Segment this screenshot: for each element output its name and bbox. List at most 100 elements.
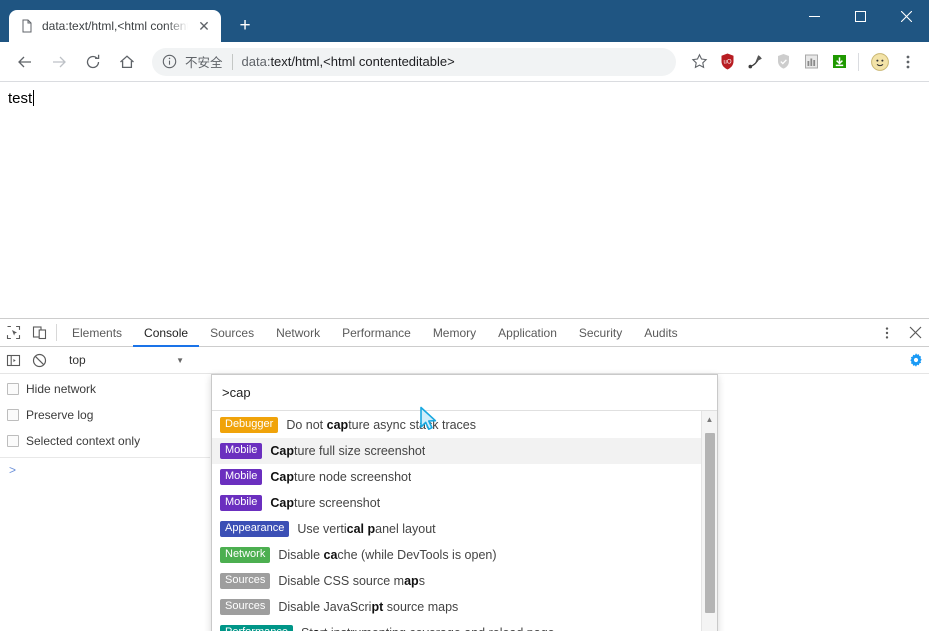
- tab-audits[interactable]: Audits: [633, 319, 688, 346]
- download-helper-icon[interactable]: [826, 49, 852, 75]
- close-icon[interactable]: ✕: [196, 18, 212, 34]
- checkbox[interactable]: [7, 435, 19, 447]
- command-list-wrap: Debugger Do not capture async stack trace…: [212, 411, 717, 631]
- gear-icon[interactable]: [903, 347, 929, 373]
- console-toolbar: top ▼: [0, 347, 929, 374]
- ublock-origin-icon[interactable]: uO: [714, 49, 740, 75]
- command-item[interactable]: Sources Disable JavaScript source maps: [212, 594, 701, 620]
- console-filter-bar[interactable]: [188, 347, 903, 373]
- console-options-panel: Hide network Preserve log Selected conte…: [0, 374, 210, 631]
- tab-elements[interactable]: Elements: [61, 319, 133, 346]
- maximize-button[interactable]: [837, 0, 883, 32]
- clear-console-icon[interactable]: [26, 347, 52, 373]
- page-icon: [20, 19, 34, 33]
- devtools-more-button[interactable]: [873, 319, 901, 346]
- scrollbar-thumb[interactable]: [704, 433, 715, 613]
- option-preserve-log[interactable]: Preserve log: [0, 402, 210, 428]
- command-item[interactable]: Mobile Capture node screenshot: [212, 464, 701, 490]
- browser-toolbar: 不安全 data:text/html,<html contenteditable…: [0, 42, 929, 82]
- device-toolbar-icon[interactable]: [26, 319, 52, 346]
- command-label: Disable cache (while DevTools is open): [278, 548, 497, 562]
- tab-console[interactable]: Console: [133, 319, 200, 347]
- browser-menu-button[interactable]: [895, 49, 921, 75]
- page-editable-text[interactable]: test: [8, 90, 32, 107]
- inspect-element-icon[interactable]: [0, 319, 26, 346]
- command-category-badge: Sources: [220, 573, 271, 589]
- tab-performance[interactable]: Performance: [331, 319, 422, 346]
- console-sidebar-icon[interactable]: [0, 347, 26, 373]
- chart-icon[interactable]: [798, 49, 824, 75]
- option-hide-network[interactable]: Hide network: [0, 376, 210, 402]
- command-label: Use vertical panel layout: [297, 522, 436, 536]
- command-category-badge: Debugger: [220, 417, 279, 433]
- browser-tab[interactable]: data:text/html,<html contente ✕: [9, 10, 221, 42]
- back-button[interactable]: [8, 45, 42, 79]
- checkbox[interactable]: [7, 383, 19, 395]
- info-circle-icon[interactable]: [162, 54, 178, 70]
- minimize-button[interactable]: [791, 0, 837, 32]
- shield-icon[interactable]: [770, 49, 796, 75]
- tab-memory[interactable]: Memory: [422, 319, 487, 346]
- console-context-select[interactable]: top ▼: [63, 350, 188, 371]
- window-controls: [791, 0, 929, 42]
- devtools-divider: [56, 324, 57, 341]
- devtools-close-button[interactable]: [901, 319, 929, 346]
- devtools-panel: Elements Console Sources Network Perform…: [0, 318, 929, 631]
- command-input[interactable]: [222, 385, 707, 400]
- scroll-up-icon[interactable]: ▲: [702, 411, 718, 427]
- command-item[interactable]: Sources Disable CSS source maps: [212, 568, 701, 594]
- url-rest: text/html,<html contenteditable>: [270, 54, 455, 69]
- satellite-icon[interactable]: [742, 49, 768, 75]
- reload-button[interactable]: [76, 45, 110, 79]
- chevron-down-icon: ▼: [176, 355, 184, 365]
- tab-title: data:text/html,<html contente: [42, 19, 188, 33]
- command-label: Capture node screenshot: [270, 470, 412, 484]
- command-label: Capture screenshot: [270, 496, 381, 510]
- svg-text:uO: uO: [723, 60, 731, 66]
- titlebar: data:text/html,<html contente ✕ +: [0, 0, 929, 42]
- avatar[interactable]: [867, 49, 893, 75]
- command-label: Capture full size screenshot: [270, 444, 426, 458]
- command-input-wrap[interactable]: [212, 375, 717, 411]
- command-item[interactable]: Network Disable cache (while DevTools is …: [212, 542, 701, 568]
- devtools-tabs: Elements Console Sources Network Perform…: [61, 319, 689, 347]
- command-item[interactable]: Mobile Capture screenshot: [212, 490, 701, 516]
- browser-window: data:text/html,<html contente ✕ + 不安全 da…: [0, 0, 929, 631]
- close-button[interactable]: [883, 0, 929, 32]
- command-item[interactable]: Appearance Use vertical panel layout: [212, 516, 701, 542]
- tab-sources[interactable]: Sources: [199, 319, 265, 346]
- command-category-badge: Network: [220, 547, 271, 563]
- devtools-tabbar-actions: [873, 319, 929, 346]
- scrollbar-track[interactable]: [702, 427, 718, 631]
- tab-network[interactable]: Network: [265, 319, 331, 346]
- tab-application[interactable]: Application: [487, 319, 568, 346]
- console-prompt[interactable]: >: [0, 458, 210, 477]
- command-category-badge: Mobile: [220, 443, 263, 459]
- command-item[interactable]: Debugger Do not capture async stack trace…: [212, 412, 701, 438]
- command-category-badge: Mobile: [220, 469, 263, 485]
- page-viewport[interactable]: test: [0, 82, 929, 318]
- text-caret: [33, 90, 35, 106]
- command-item[interactable]: Mobile Capture full size screenshot: [212, 438, 701, 464]
- new-tab-button[interactable]: +: [231, 11, 259, 39]
- forward-button[interactable]: [42, 45, 76, 79]
- tab-security[interactable]: Security: [568, 319, 633, 346]
- option-selected-context-only[interactable]: Selected context only: [0, 428, 210, 454]
- command-category-badge: Sources: [220, 599, 271, 615]
- devtools-tabbar: Elements Console Sources Network Perform…: [0, 319, 929, 347]
- command-label: Start instrumenting coverage and reload …: [301, 626, 555, 631]
- option-label: Selected context only: [26, 434, 141, 448]
- command-list: Debugger Do not capture async stack trace…: [212, 411, 701, 631]
- address-bar[interactable]: 不安全 data:text/html,<html contenteditable…: [152, 47, 676, 76]
- checkbox[interactable]: [7, 409, 19, 421]
- command-label: Disable CSS source maps: [278, 574, 425, 588]
- option-label: Preserve log: [26, 408, 94, 422]
- command-list-scrollbar[interactable]: ▲ ▼: [701, 411, 717, 631]
- option-label: Hide network: [26, 382, 97, 396]
- command-category-badge: Performance: [220, 625, 293, 631]
- home-button[interactable]: [110, 45, 144, 79]
- command-palette: Debugger Do not capture async stack trace…: [211, 374, 718, 631]
- bookmark-star-icon[interactable]: [686, 49, 712, 75]
- command-label: Do not capture async stack traces: [286, 418, 477, 432]
- command-item[interactable]: Performance Start instrumenting coverage …: [212, 620, 701, 631]
